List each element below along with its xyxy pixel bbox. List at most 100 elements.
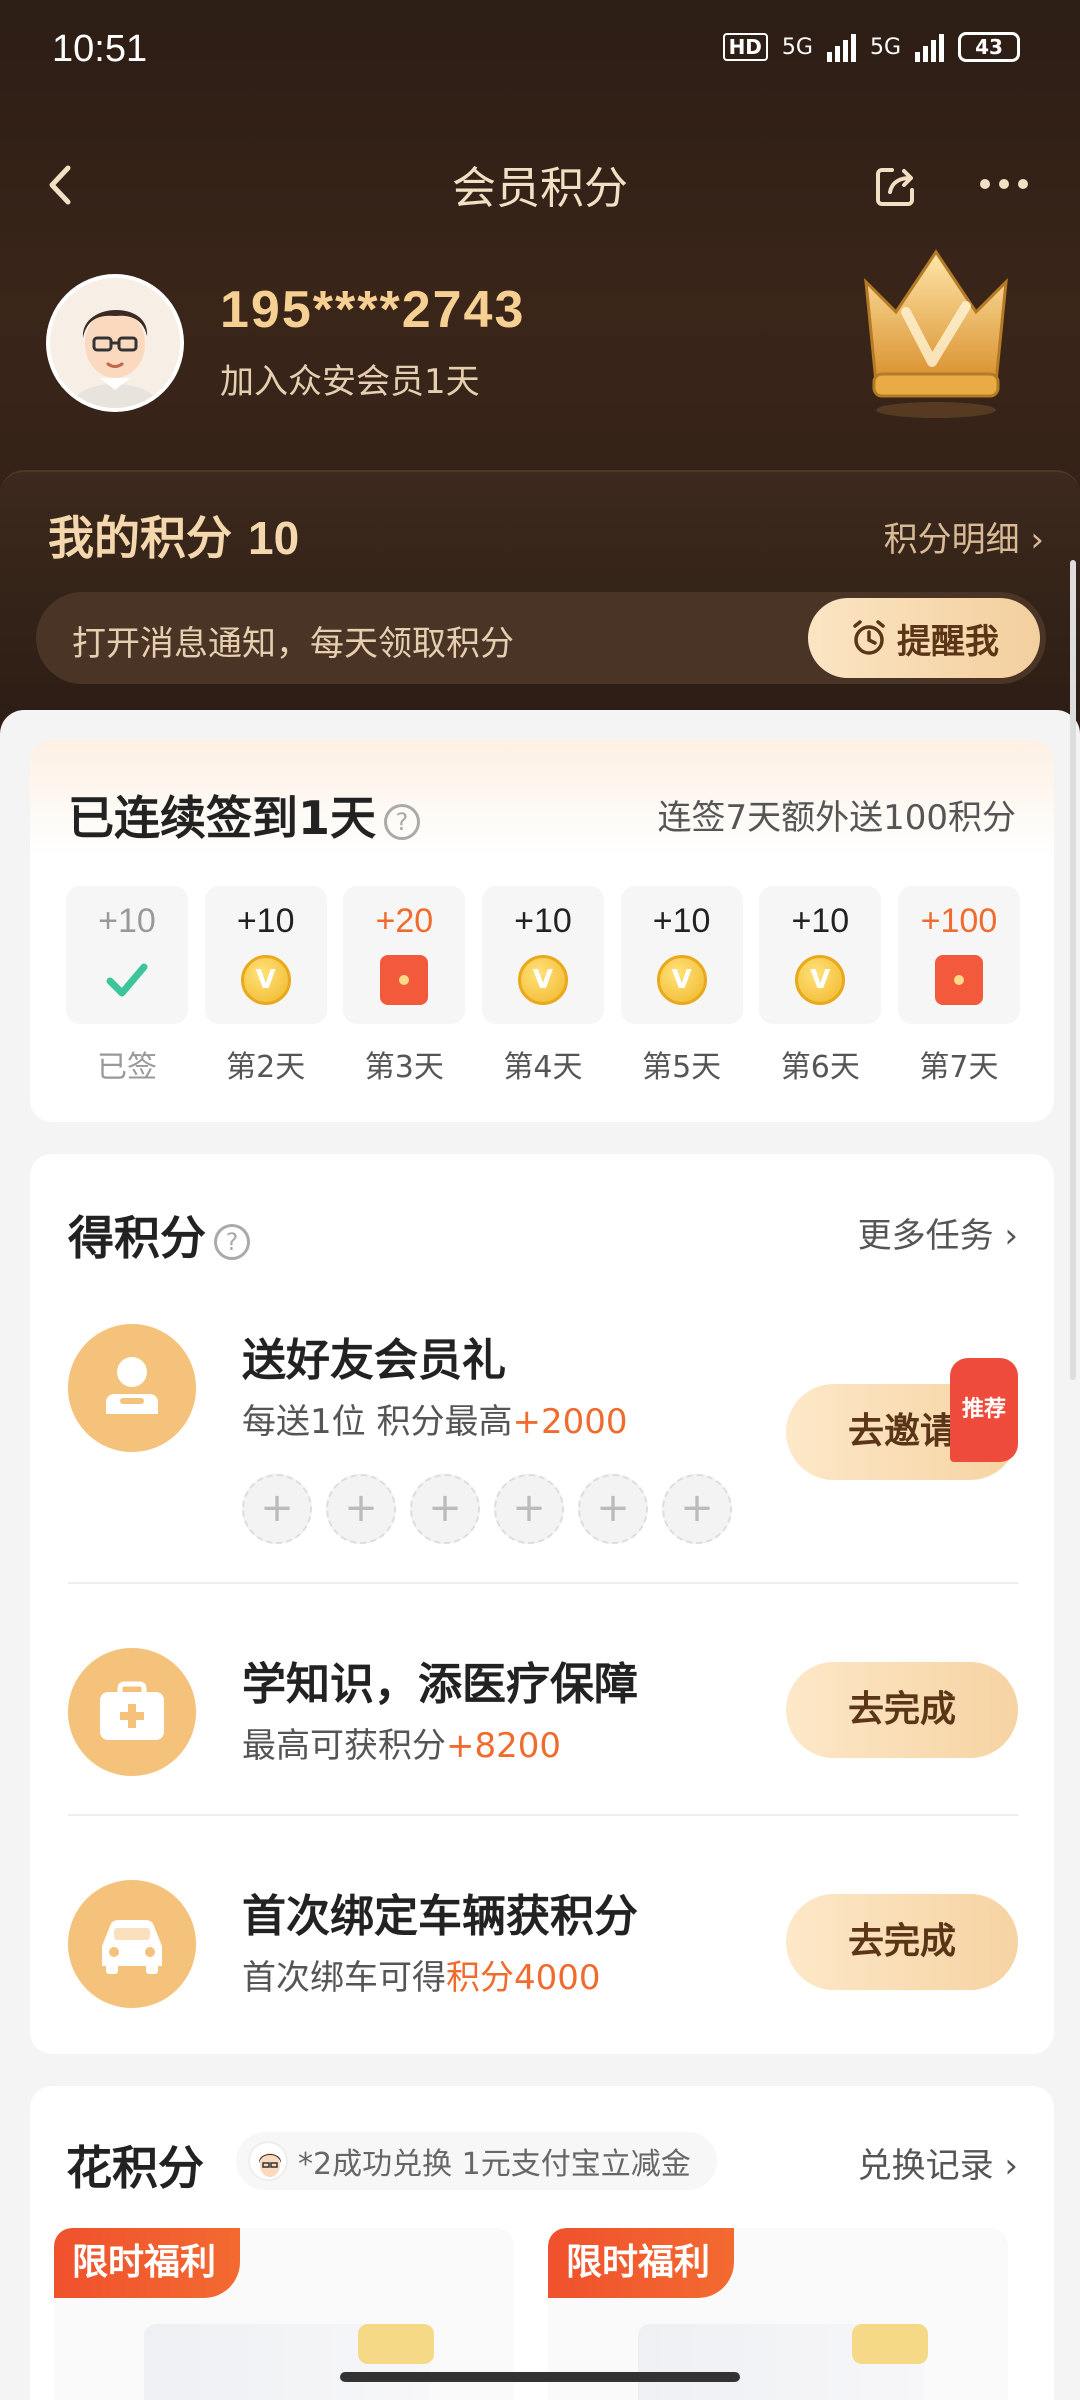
day-points: +100 <box>920 902 998 940</box>
network-label-1: 5G <box>781 34 813 60</box>
signal-icon <box>915 32 944 62</box>
help-icon[interactable]: ? <box>214 1223 250 1260</box>
day-label: 第2天 <box>226 1050 306 1085</box>
avatar-illustration <box>50 278 180 408</box>
points-detail-label: 积分明细 <box>883 520 1020 560</box>
member-duration: 加入众安会员1天 <box>220 362 480 402</box>
coin-icon: V <box>795 955 846 1005</box>
complete-button-label: 去完成 <box>847 1921 956 1962</box>
task-title: 学知识，添医疗保障 <box>242 1659 638 1710</box>
divider <box>68 1582 1018 1584</box>
nav-bar: 会员积分 <box>0 140 1080 230</box>
day-label: 已签 <box>97 1050 157 1085</box>
coin-icon: V <box>656 955 707 1005</box>
task-subtitle-text: 首次绑车可得 <box>242 1958 446 1998</box>
ticker-avatar <box>248 2141 288 2181</box>
coin-icon: V <box>240 955 291 1005</box>
limited-offer-tag: 限时福利 <box>548 2228 734 2298</box>
day-points: +20 <box>375 902 434 940</box>
task-title: 首次绑定车辆获积分 <box>242 1891 638 1942</box>
task-subtitle-text: 最高可获积分 <box>242 1726 446 1766</box>
redeem-history-label: 兑换记录 <box>857 2146 994 2186</box>
day-label: 第3天 <box>364 1050 444 1085</box>
invite-slots: + + + + + + <box>242 1474 732 1544</box>
points-detail-link[interactable]: 积分明细 › <box>884 512 1044 561</box>
recommend-badge: 推荐 <box>949 1358 1018 1462</box>
help-icon[interactable]: ? <box>384 803 421 840</box>
more-tasks-link[interactable]: 更多任务 › <box>858 1208 1018 1257</box>
checkin-day-4[interactable]: +10 V 第4天 <box>481 886 604 1086</box>
my-points: 我的积分 10 <box>48 502 299 568</box>
remind-me-button[interactable]: 提醒我 <box>808 598 1040 678</box>
remind-button-label: 提醒我 <box>897 621 999 662</box>
checkin-day-5[interactable]: +10 V 第5天 <box>620 886 743 1086</box>
add-friend-slot[interactable]: + <box>242 1474 312 1544</box>
earn-points-card: 得积分? 更多任务 › 送好友会员礼 每送1位 积分最高+2000 + + + … <box>30 1154 1054 2054</box>
task-reward: +2000 <box>512 1402 628 1442</box>
main-content: 已连续签到1天? 连签7天额外送100积分 +10 已签 +10 V 第2天 +2… <box>0 710 1080 2400</box>
divider <box>68 1814 1018 1816</box>
red-packet-icon <box>934 955 983 1005</box>
chevron-right-icon: › <box>1004 2146 1018 2186</box>
add-friend-slot[interactable]: + <box>578 1474 648 1544</box>
checkin-bonus: 连签7天额外送100积分 <box>657 798 1016 838</box>
day-points: +10 <box>652 902 711 940</box>
task-reward: +8200 <box>446 1726 562 1766</box>
coin-icon: V <box>517 955 568 1005</box>
day-points: +10 <box>98 902 156 940</box>
user-phone: 195****2743 <box>220 281 526 339</box>
earn-title-text: 得积分 <box>68 1211 206 1265</box>
points-summary: 我的积分 10 积分明细 › 打开消息通知，每天领取积分 提醒我 <box>0 470 1080 710</box>
invite-button[interactable]: 去邀请 推荐 <box>786 1358 1018 1480</box>
limited-offer-tag: 限时福利 <box>54 2228 240 2298</box>
add-friend-slot[interactable]: + <box>326 1474 396 1544</box>
add-friend-slot[interactable]: + <box>410 1474 480 1544</box>
checkin-day-7[interactable]: +100 第7天 <box>897 886 1020 1086</box>
task-learn: 学知识，添医疗保障 最高可获积分+8200 去完成 <box>68 1648 1018 1778</box>
battery-icon: 43 <box>958 32 1020 62</box>
checkin-day-2[interactable]: +10 V 第2天 <box>204 886 327 1086</box>
checkin-day-6[interactable]: +10 V 第6天 <box>759 886 882 1086</box>
complete-button-label: 去完成 <box>847 1689 956 1730</box>
share-icon[interactable] <box>872 162 920 210</box>
task-subtitle: 首次绑车可得积分4000 <box>242 1950 601 1999</box>
avatar[interactable] <box>46 274 184 412</box>
vip-crown-icon <box>864 249 1008 418</box>
invite-button-label: 去邀请 <box>847 1411 956 1452</box>
checkin-day-1[interactable]: +10 已签 <box>66 886 188 1086</box>
check-icon <box>106 963 148 997</box>
offer-image <box>144 2324 434 2400</box>
day-label: 第7天 <box>919 1050 999 1085</box>
day-label: 第6天 <box>780 1050 860 1085</box>
points-value: 10 <box>248 512 300 564</box>
spend-title: 花积分 <box>66 2141 204 2195</box>
scrollbar[interactable] <box>1070 560 1076 1380</box>
add-friend-slot[interactable]: + <box>662 1474 732 1544</box>
chevron-right-icon: › <box>1004 1216 1018 1256</box>
chevron-right-icon: › <box>1030 520 1044 560</box>
alarm-clock-icon <box>853 620 885 655</box>
notification-text: 打开消息通知，每天领取积分 <box>72 624 514 664</box>
notification-banner: 打开消息通知，每天领取积分 提醒我 <box>36 592 1046 684</box>
spend-points-card: 花积分 *2成功兑换 1元支付宝立减金 兑换记录 › 限时福利 限时福利 <box>30 2086 1054 2400</box>
more-icon[interactable] <box>980 164 1040 204</box>
offer-image <box>638 2324 928 2400</box>
network-label-2: 5G <box>869 34 901 60</box>
checkin-day-3[interactable]: +20 第3天 <box>343 886 466 1086</box>
task-bind-car: 首次绑定车辆获积分 首次绑车可得积分4000 去完成 <box>68 1880 1018 2010</box>
status-icons: HD 5G 5G 43 <box>722 32 1020 62</box>
status-time: 10:51 <box>52 28 148 70</box>
checkin-title-text: 已连续签到1天 <box>68 791 377 845</box>
complete-button[interactable]: 去完成 <box>786 1662 1018 1758</box>
day-label: 第5天 <box>642 1050 722 1085</box>
day-points: +10 <box>791 902 850 940</box>
redeem-ticker: *2成功兑换 1元支付宝立减金 <box>236 2132 717 2190</box>
add-friend-slot[interactable]: + <box>494 1474 564 1544</box>
points-label: 我的积分 <box>48 511 232 565</box>
home-indicator[interactable] <box>340 2372 740 2382</box>
redeem-history-link[interactable]: 兑换记录 › <box>858 2138 1018 2187</box>
complete-button[interactable]: 去完成 <box>786 1894 1018 1990</box>
red-packet-icon <box>380 955 429 1005</box>
person-gift-icon <box>68 1324 196 1452</box>
status-bar: 10:51 HD 5G 5G 43 <box>0 0 1080 100</box>
